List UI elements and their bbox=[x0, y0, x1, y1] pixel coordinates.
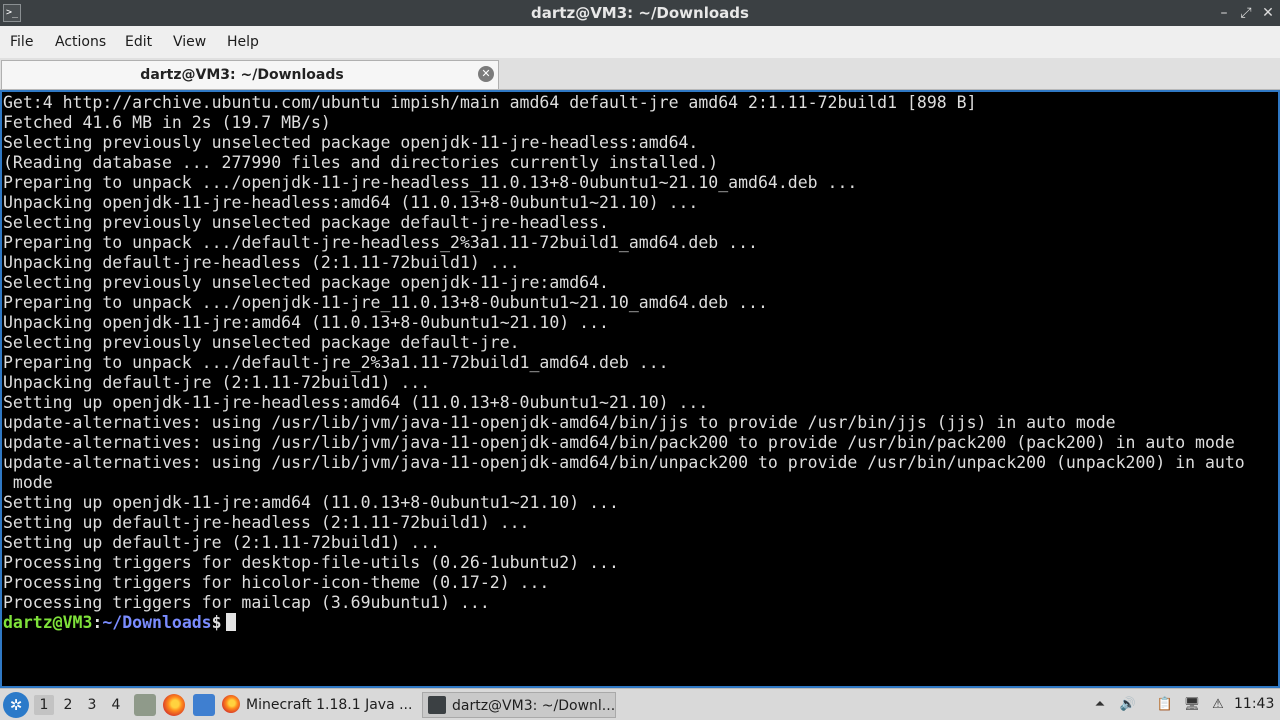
tab-close-icon[interactable]: ✕ bbox=[478, 66, 494, 82]
terminal-line: Processing triggers for desktop-file-uti… bbox=[3, 553, 619, 572]
terminal-line: Get:4 http://archive.ubuntu.com/ubuntu i… bbox=[3, 93, 977, 112]
menu-edit[interactable]: Edit bbox=[125, 34, 152, 50]
tray-arrow-icon[interactable]: ⏶ bbox=[1090, 695, 1110, 715]
terminal-line: (Reading database ... 277990 files and d… bbox=[3, 153, 719, 172]
task-label: dartz@VM3: ~/Downl... bbox=[452, 698, 616, 714]
clipboard-icon[interactable]: 📋 bbox=[1155, 695, 1175, 715]
window-title: dartz@VM3: ~/Downloads bbox=[531, 4, 749, 22]
terminal-line: Setting up default-jre-headless (2:1.11-… bbox=[3, 513, 530, 532]
terminal-line: mode bbox=[3, 473, 53, 492]
minimize-button[interactable]: – bbox=[1214, 3, 1234, 23]
terminal-line: Selecting previously unselected package … bbox=[3, 333, 520, 352]
terminal-line: Setting up openjdk-11-jre:amd64 (11.0.13… bbox=[3, 493, 619, 512]
terminal-line: Preparing to unpack .../default-jre_2%3a… bbox=[3, 353, 669, 372]
terminal-tab[interactable]: dartz@VM3: ~/Downloads ✕ bbox=[1, 60, 499, 89]
menu-bar: File Actions Edit View Help bbox=[0, 26, 1280, 58]
terminal-line: Unpacking openjdk-11-jre:amd64 (11.0.13+… bbox=[3, 313, 609, 332]
terminal-line: Unpacking default-jre-headless (2:1.11-7… bbox=[3, 253, 520, 272]
close-window-button[interactable]: ✕ bbox=[1258, 3, 1278, 23]
terminal-line: Preparing to unpack .../openjdk-11-jre-h… bbox=[3, 173, 858, 192]
prompt-path: ~/Downloads bbox=[102, 613, 212, 632]
terminal-line: update-alternatives: using /usr/lib/jvm/… bbox=[3, 453, 1245, 472]
menu-actions[interactable]: Actions bbox=[55, 34, 106, 50]
desktop-icon[interactable] bbox=[193, 694, 215, 716]
maximize-button[interactable]: ⤢ bbox=[1236, 3, 1256, 23]
prompt-dollar: $ bbox=[211, 613, 222, 632]
menu-file[interactable]: File bbox=[10, 34, 33, 50]
prompt-line: dartz@VM3:~/Downloads$ bbox=[3, 613, 1273, 633]
task-minecraft[interactable]: Minecraft 1.18.1 Java ... bbox=[222, 692, 418, 718]
terminal-line: Fetched 41.6 MB in 2s (19.7 MB/s) bbox=[3, 113, 331, 132]
terminal-line: Selecting previously unselected package … bbox=[3, 213, 609, 232]
terminal-line: Selecting previously unselected package … bbox=[3, 273, 609, 292]
prompt-user: dartz@VM3 bbox=[3, 613, 93, 632]
tab-label: dartz@VM3: ~/Downloads bbox=[140, 67, 344, 83]
start-menu-button[interactable]: ✲ bbox=[3, 692, 29, 718]
terminal-line: Unpacking default-jre (2:1.11-72build1) … bbox=[3, 373, 431, 392]
terminal-line: update-alternatives: using /usr/lib/jvm/… bbox=[3, 413, 1116, 432]
window-titlebar[interactable]: >_ dartz@VM3: ~/Downloads – ⤢ ✕ bbox=[0, 0, 1280, 26]
terminal-output: Get:4 http://archive.ubuntu.com/ubuntu i… bbox=[3, 93, 1273, 633]
terminal-line: Unpacking openjdk-11-jre-headless:amd64 … bbox=[3, 193, 699, 212]
terminal-line: Setting up default-jre (2:1.11-72build1)… bbox=[3, 533, 441, 552]
tab-bar: dartz@VM3: ~/Downloads ✕ bbox=[0, 58, 1280, 90]
firefox-icon[interactable] bbox=[163, 694, 185, 716]
terminal-cursor bbox=[225, 613, 236, 631]
terminal-view[interactable]: Get:4 http://archive.ubuntu.com/ubuntu i… bbox=[0, 90, 1280, 688]
prompt-colon: : bbox=[92, 613, 103, 632]
task-label: Minecraft 1.18.1 Java ... bbox=[246, 697, 413, 713]
file-manager-icon[interactable] bbox=[134, 694, 156, 716]
taskbar: ✲ 1 2 3 4 Minecraft 1.18.1 Java ... dart… bbox=[0, 688, 1280, 720]
terminal-line: Processing triggers for mailcap (3.69ubu… bbox=[3, 593, 490, 612]
workspace-1[interactable]: 1 bbox=[34, 695, 54, 715]
network-icon[interactable]: 🖥 bbox=[1182, 695, 1202, 715]
menu-view[interactable]: View bbox=[173, 34, 206, 50]
firefox-icon bbox=[222, 695, 240, 713]
terminal-line: Preparing to unpack .../default-jre-head… bbox=[3, 233, 758, 252]
terminal-line: update-alternatives: using /usr/lib/jvm/… bbox=[3, 433, 1235, 452]
workspace-2[interactable]: 2 bbox=[58, 695, 78, 715]
volume-icon[interactable]: 🔊 bbox=[1118, 695, 1138, 715]
task-terminal[interactable]: dartz@VM3: ~/Downl... bbox=[422, 692, 616, 718]
terminal-icon bbox=[428, 696, 446, 714]
clock[interactable]: 11:43 bbox=[1234, 696, 1274, 712]
terminal-line: Processing triggers for hicolor-icon-the… bbox=[3, 573, 550, 592]
workspace-4[interactable]: 4 bbox=[106, 695, 126, 715]
terminal-line: Preparing to unpack .../openjdk-11-jre_1… bbox=[3, 293, 768, 312]
terminal-line: Setting up openjdk-11-jre-headless:amd64… bbox=[3, 393, 709, 412]
update-notifier-icon[interactable]: ⚠ bbox=[1208, 695, 1228, 715]
workspace-3[interactable]: 3 bbox=[82, 695, 102, 715]
menu-help[interactable]: Help bbox=[227, 34, 259, 50]
terminal-line: Selecting previously unselected package … bbox=[3, 133, 699, 152]
